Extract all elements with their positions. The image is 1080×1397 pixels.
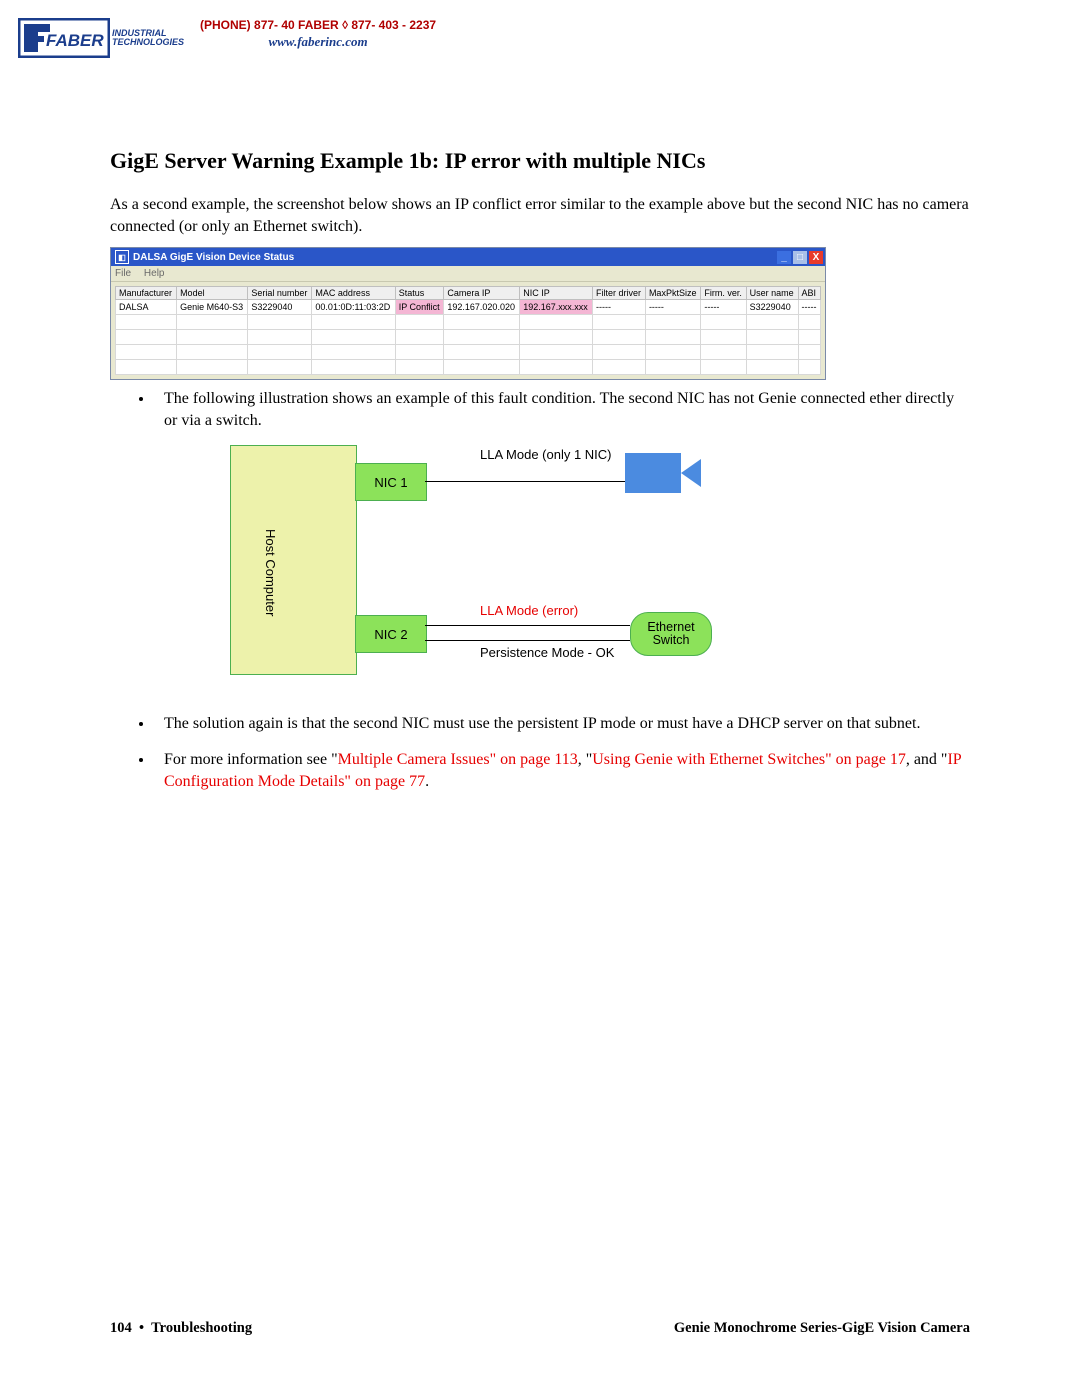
window-titlebar: ◧ DALSA GigE Vision Device Status _ □ X <box>111 248 825 266</box>
col-manufacturer[interactable]: Manufacturer <box>116 287 177 300</box>
link-nic1-camera <box>425 481 625 482</box>
host-computer-box <box>230 445 357 675</box>
table-row <box>116 330 821 345</box>
app-icon: ◧ <box>115 250 129 264</box>
device-table: Manufacturer Model Serial number MAC add… <box>115 286 821 375</box>
cell-ip-conflict: IP Conflict <box>395 300 444 315</box>
col-user[interactable]: User name <box>746 287 798 300</box>
close-button[interactable]: X <box>809 251 823 264</box>
page-title: GigE Server Warning Example 1b: IP error… <box>110 148 970 174</box>
page-header: FABER INDUSTRIAL TECHNOLOGIES (PHONE) 87… <box>0 0 1080 58</box>
footer-left: 104 • Troubleshooting <box>110 1320 252 1337</box>
bullet-illustration: The following illustration shows an exam… <box>154 388 970 431</box>
col-abi[interactable]: ABI <box>798 287 820 300</box>
bullet-more-info: For more information see "Multiple Camer… <box>154 749 970 792</box>
link-nic2-switch-b <box>425 640 630 641</box>
host-computer-label: Host Computer <box>263 529 278 616</box>
label-persistence: Persistence Mode - OK <box>480 645 614 660</box>
footer-right: Genie Monochrome Series-GigE Vision Came… <box>674 1320 970 1337</box>
window-menubar: File Help <box>111 266 825 282</box>
camera-icon <box>625 453 681 493</box>
col-firm[interactable]: Firm. ver. <box>701 287 746 300</box>
cell-nic-ip-error: 192.167.xxx.xxx <box>520 300 593 315</box>
logo-subtitle: INDUSTRIAL TECHNOLOGIES <box>112 29 184 48</box>
bullet-solution: The solution again is that the second NI… <box>154 713 970 735</box>
page-footer: 104 • Troubleshooting Genie Monochrome S… <box>110 1320 970 1337</box>
table-row <box>116 345 821 360</box>
link-ethernet-switches[interactable]: Using Genie with Ethernet Switches" on p… <box>592 751 906 768</box>
col-filter[interactable]: Filter driver <box>593 287 646 300</box>
window-title: DALSA GigE Vision Device Status <box>133 252 294 263</box>
table-row[interactable]: DALSA Genie M640-S3 S3229040 00.01:0D:11… <box>116 300 821 315</box>
col-status[interactable]: Status <box>395 287 444 300</box>
website-link[interactable]: www.faberinc.com <box>200 34 436 50</box>
maximize-button[interactable]: □ <box>793 251 807 264</box>
ethernet-switch-box: Ethernet Switch <box>630 612 712 656</box>
svg-text:FABER: FABER <box>46 31 104 50</box>
col-camera-ip[interactable]: Camera IP <box>444 287 520 300</box>
faber-logo-icon: FABER <box>18 18 110 58</box>
intro-paragraph: As a second example, the screenshot belo… <box>110 194 970 237</box>
col-serial[interactable]: Serial number <box>248 287 312 300</box>
link-nic2-switch-a <box>425 625 630 626</box>
header-contact: (PHONE) 877- 40 FABER ◊ 877- 403 - 2237 … <box>200 18 436 50</box>
phone-line: (PHONE) 877- 40 FABER ◊ 877- 403 - 2237 <box>200 18 436 32</box>
label-lla-ok: LLA Mode (only 1 NIC) <box>480 447 612 462</box>
camera-lens-icon <box>681 459 701 487</box>
link-multiple-camera[interactable]: Multiple Camera Issues" on page 113 <box>338 751 578 768</box>
minimize-button[interactable]: _ <box>777 251 791 264</box>
label-lla-error: LLA Mode (error) <box>480 603 578 618</box>
menu-help[interactable]: Help <box>144 268 165 279</box>
nic1-box: NIC 1 <box>355 463 427 501</box>
col-model[interactable]: Model <box>177 287 248 300</box>
device-status-window: ◧ DALSA GigE Vision Device Status _ □ X … <box>110 247 826 380</box>
col-maxpkt[interactable]: MaxPktSize <box>645 287 700 300</box>
logo: FABER INDUSTRIAL TECHNOLOGIES <box>18 18 184 58</box>
col-mac[interactable]: MAC address <box>312 287 395 300</box>
network-diagram: Host Computer NIC 1 NIC 2 Ethernet Switc… <box>230 445 970 705</box>
nic2-box: NIC 2 <box>355 615 427 653</box>
diamond-icon: ◊ <box>342 18 351 32</box>
col-nic-ip[interactable]: NIC IP <box>520 287 593 300</box>
table-row <box>116 360 821 375</box>
menu-file[interactable]: File <box>115 268 131 279</box>
table-header-row: Manufacturer Model Serial number MAC add… <box>116 287 821 300</box>
table-row <box>116 315 821 330</box>
